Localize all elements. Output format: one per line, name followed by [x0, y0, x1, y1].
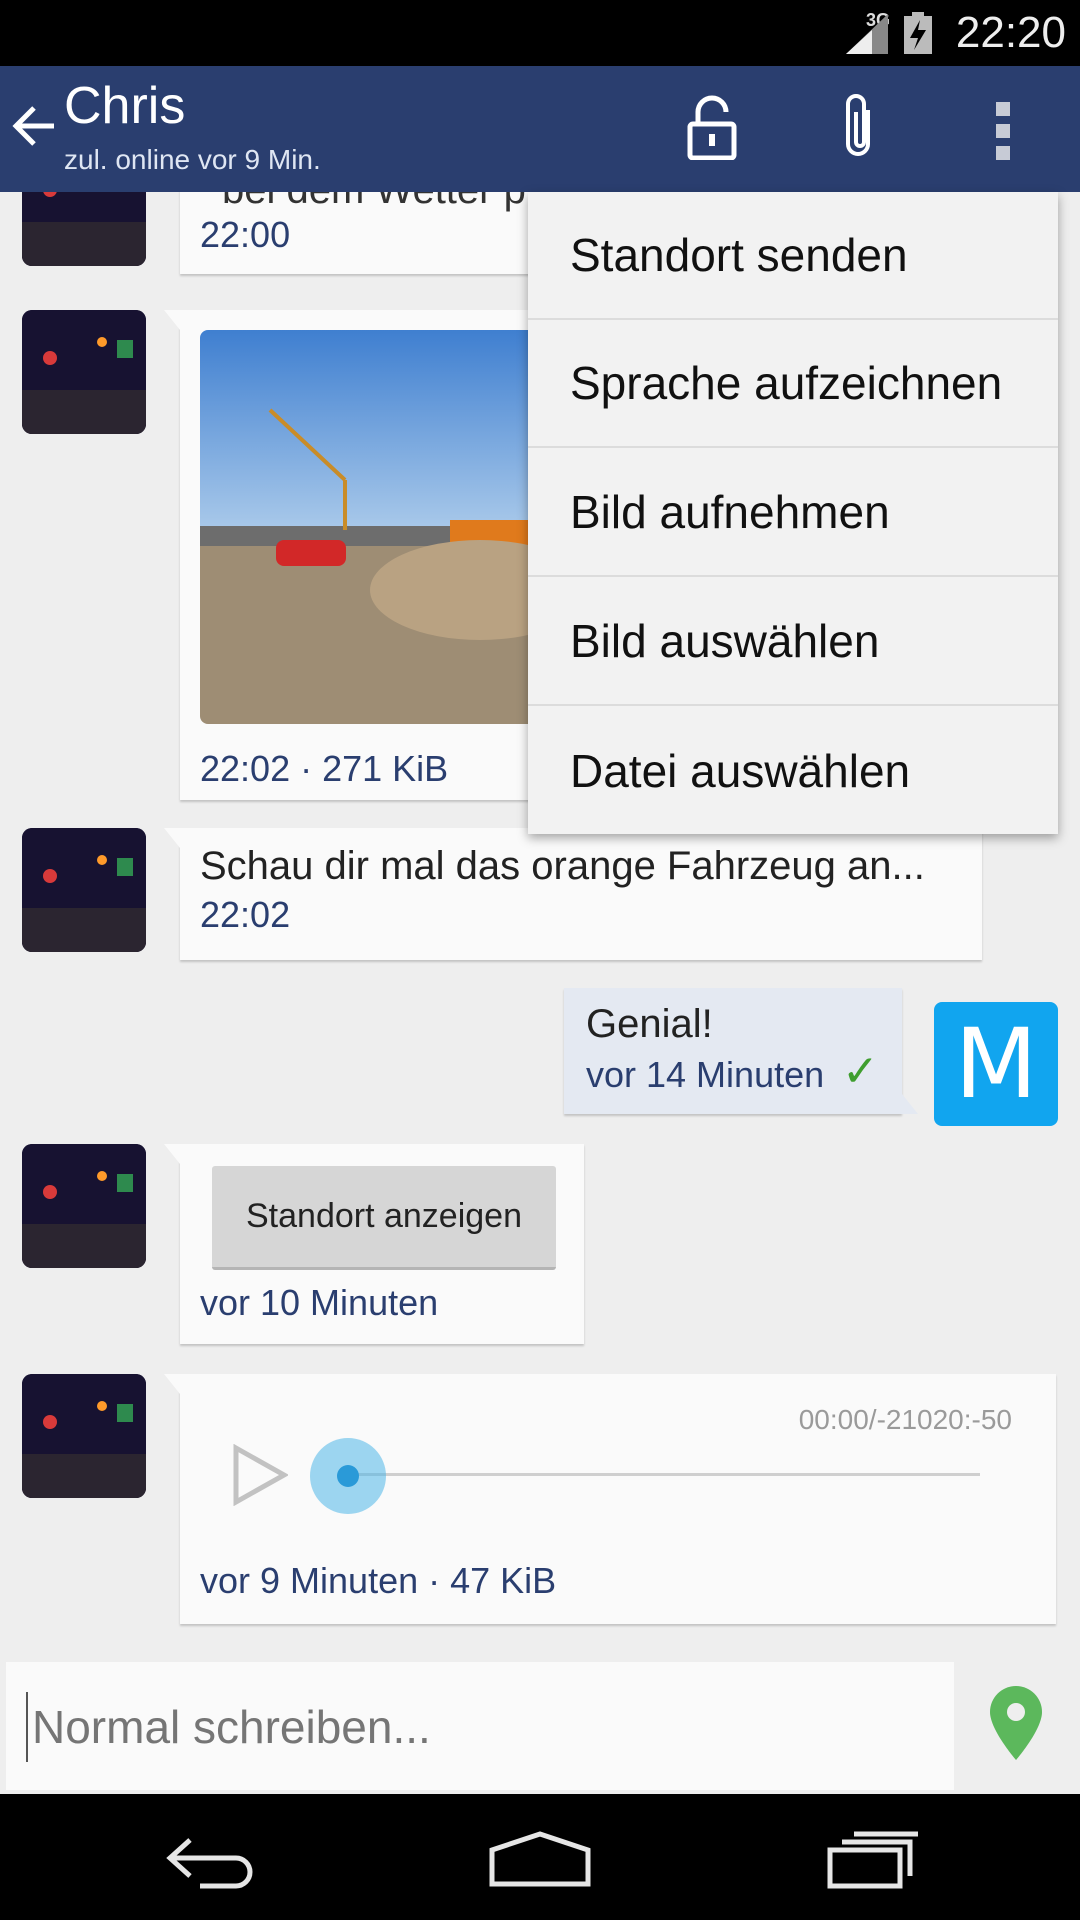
nav-recents-icon[interactable]: [826, 1830, 922, 1890]
message-text: Schau dir mal das orange Fahrzeug an...: [200, 844, 925, 888]
play-icon[interactable]: [232, 1444, 288, 1506]
lock-icon[interactable]: [686, 94, 738, 160]
message-time: vor 10 Minuten: [200, 1282, 439, 1323]
location-pin-icon[interactable]: [986, 1684, 1046, 1764]
menu-item-choose-file[interactable]: Datei auswählen: [528, 707, 1058, 835]
overflow-menu-icon[interactable]: [994, 100, 1014, 160]
message-bubble[interactable]: Schau dir mal das orange Fahrzeug an... …: [164, 828, 982, 960]
image-message-bubble[interactable]: 22:02 · 271 KiB: [164, 310, 580, 800]
menu-item-take-photo[interactable]: Bild aufnehmen: [528, 449, 1058, 577]
message-time-size: vor 9 Minuten · 47 KiB: [200, 1560, 557, 1601]
paperclip-icon[interactable]: [836, 92, 884, 162]
battery-icon: [904, 12, 932, 54]
contact-name[interactable]: Chris: [64, 76, 185, 136]
message-text: bei dem Wetter p: [222, 192, 526, 213]
menu-item-record-voice[interactable]: Sprache aufzeichnen: [528, 320, 1058, 448]
audio-seek-thumb[interactable]: [310, 1438, 386, 1514]
back-arrow-icon[interactable]: [8, 96, 58, 156]
delivered-check-icon: ✓: [842, 1047, 879, 1096]
message-time: 22:02: [200, 894, 291, 935]
attach-menu: Standort senden Sprache aufzeichnen Bild…: [528, 192, 1058, 834]
show-location-button[interactable]: Standort anzeigen: [212, 1166, 556, 1270]
nav-home-icon[interactable]: [488, 1830, 592, 1890]
last-seen-status: zul. online vor 9 Min.: [64, 144, 321, 175]
audio-duration: 00:00/-21020:-50: [798, 1404, 1012, 1435]
message-time: 22:00: [200, 214, 291, 255]
app-bar: Chris zul. online vor 9 Min.: [0, 66, 1080, 192]
menu-item-send-location[interactable]: Standort senden: [528, 192, 1058, 320]
message-time-size: 22:02 · 271 KiB: [200, 748, 449, 789]
message-composer: [6, 1662, 954, 1790]
contact-avatar[interactable]: [22, 1144, 146, 1268]
audio-message-bubble[interactable]: 00:00/-21020:-50 vor 9 Minuten · 47 KiB: [164, 1374, 1056, 1624]
location-message-bubble[interactable]: Standort anzeigen vor 10 Minuten: [164, 1144, 584, 1344]
contact-avatar[interactable]: [22, 828, 146, 952]
contact-avatar[interactable]: [22, 310, 146, 434]
clock: 22:20: [955, 8, 1066, 57]
message-time: vor 14 Minuten: [586, 1054, 825, 1095]
navigation-bar: [0, 1794, 1080, 1920]
attached-photo[interactable]: [200, 330, 560, 724]
outgoing-message-bubble[interactable]: Genial! vor 14 Minuten ✓: [564, 988, 918, 1114]
status-bar: 3G 22:20: [0, 0, 1080, 66]
message-text: Genial!: [586, 1002, 713, 1046]
message-input[interactable]: [26, 1692, 926, 1762]
message-bubble[interactable]: bei dem Wetter p 22:00: [180, 192, 540, 274]
nav-back-icon[interactable]: [160, 1830, 260, 1890]
signal-icon: [846, 14, 888, 54]
contact-avatar[interactable]: [22, 1374, 146, 1498]
own-avatar[interactable]: M: [934, 1002, 1058, 1126]
menu-item-choose-image[interactable]: Bild auswählen: [528, 578, 1058, 706]
audio-seekbar[interactable]: [350, 1473, 980, 1476]
contact-avatar[interactable]: [22, 192, 146, 266]
